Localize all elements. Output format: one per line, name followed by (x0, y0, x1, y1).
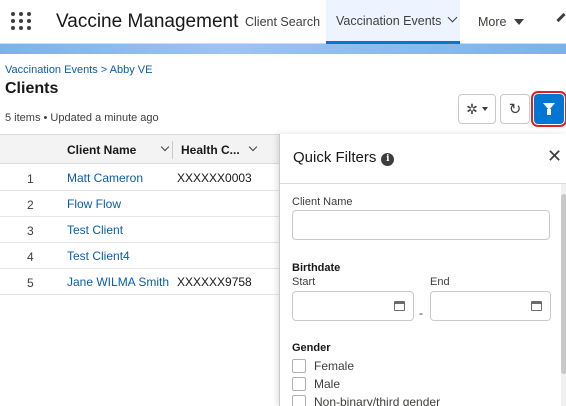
quick-filters-panel: Quick Filters i ✕ Client Name Birthdate S… (279, 134, 566, 406)
gender-option-label: Female (314, 359, 355, 373)
quick-filters-title-text: Quick Filters (293, 149, 377, 166)
close-icon[interactable]: ✕ (547, 146, 562, 167)
header-band (0, 44, 566, 54)
breadcrumb[interactable]: Vaccination Events > Abby VE (5, 64, 152, 76)
tab-label: More (478, 15, 507, 29)
global-header: Vaccine Management Client Search Vaccina… (0, 0, 566, 44)
column-label: Health C... (181, 143, 240, 157)
date-range-separator: - (419, 306, 423, 320)
chevron-down-icon[interactable] (447, 12, 458, 23)
list-settings-button[interactable]: ✲ (458, 94, 496, 124)
gender-nonbinary-checkbox[interactable] (292, 395, 306, 406)
refresh-icon: ↻ (508, 101, 522, 118)
gender-female-checkbox[interactable] (292, 359, 306, 373)
client-name-link[interactable]: Flow Flow (67, 197, 121, 211)
row-number: 2 (27, 198, 34, 212)
health-card-value: XXXXXX9758 (177, 275, 252, 289)
client-name-link[interactable]: Matt Cameron (67, 171, 143, 185)
column-header-health-card[interactable]: Health C... (181, 135, 257, 165)
quick-filters-title: Quick Filters i (293, 149, 395, 166)
client-name-link[interactable]: Jane WILMA Smith (67, 275, 169, 289)
calendar-icon[interactable] (394, 301, 405, 311)
row-number: 1 (27, 172, 34, 186)
caret-down-icon (481, 107, 488, 111)
birthdate-start-label: Start (292, 276, 316, 288)
app-launcher-icon[interactable] (11, 12, 33, 32)
tab-label: Client Search (245, 15, 321, 29)
tab-more[interactable]: More (478, 0, 544, 44)
caret-down-icon (514, 19, 525, 25)
gender-male-checkbox[interactable] (292, 377, 306, 391)
birthdate-label: Birthdate (292, 262, 341, 274)
row-number: 4 (27, 250, 34, 264)
column-label: Client Name (67, 143, 137, 157)
app-title: Vaccine Management (56, 11, 239, 32)
column-divider[interactable] (172, 141, 173, 159)
gender-option-label: Non-binary/third gender (314, 395, 441, 406)
panel-scroll-thumb[interactable] (561, 194, 566, 374)
birthdate-start-input[interactable] (292, 291, 414, 321)
gender-option-label: Male (314, 377, 341, 391)
calendar-icon[interactable] (531, 301, 542, 311)
filter-icon-stem (547, 109, 551, 115)
list-meta: 5 items • Updated a minute ago (5, 112, 159, 124)
filter-button[interactable] (531, 91, 566, 127)
row-number: 3 (27, 224, 34, 238)
chevron-down-icon[interactable] (248, 142, 257, 152)
chevron-down-icon[interactable] (161, 142, 170, 152)
quick-filters-header: Quick Filters i ✕ (280, 134, 566, 184)
gear-icon: ✲ (466, 100, 478, 117)
birthdate-end-label: End (430, 276, 450, 288)
client-name-link[interactable]: Test Client (67, 223, 123, 237)
page-title: Clients (5, 80, 59, 97)
gender-label: Gender (292, 342, 331, 354)
column-header-client-name[interactable]: Client Name (67, 135, 170, 165)
row-number: 5 (27, 276, 34, 290)
refresh-button[interactable]: ↻ (500, 94, 530, 124)
birthdate-end-input[interactable] (430, 291, 551, 321)
tab-vaccination-events[interactable]: Vaccination Events (326, 0, 460, 44)
client-name-input[interactable] (292, 210, 550, 240)
client-name-label: Client Name (292, 196, 353, 208)
tab-label: Vaccination Events (336, 13, 442, 28)
health-card-value: XXXXXX0003 (177, 171, 252, 185)
info-icon[interactable]: i (381, 153, 395, 166)
edit-nav-icon[interactable] (556, 12, 566, 23)
client-name-link[interactable]: Test Client4 (67, 249, 130, 263)
tab-client-search[interactable]: Client Search (240, 0, 322, 44)
